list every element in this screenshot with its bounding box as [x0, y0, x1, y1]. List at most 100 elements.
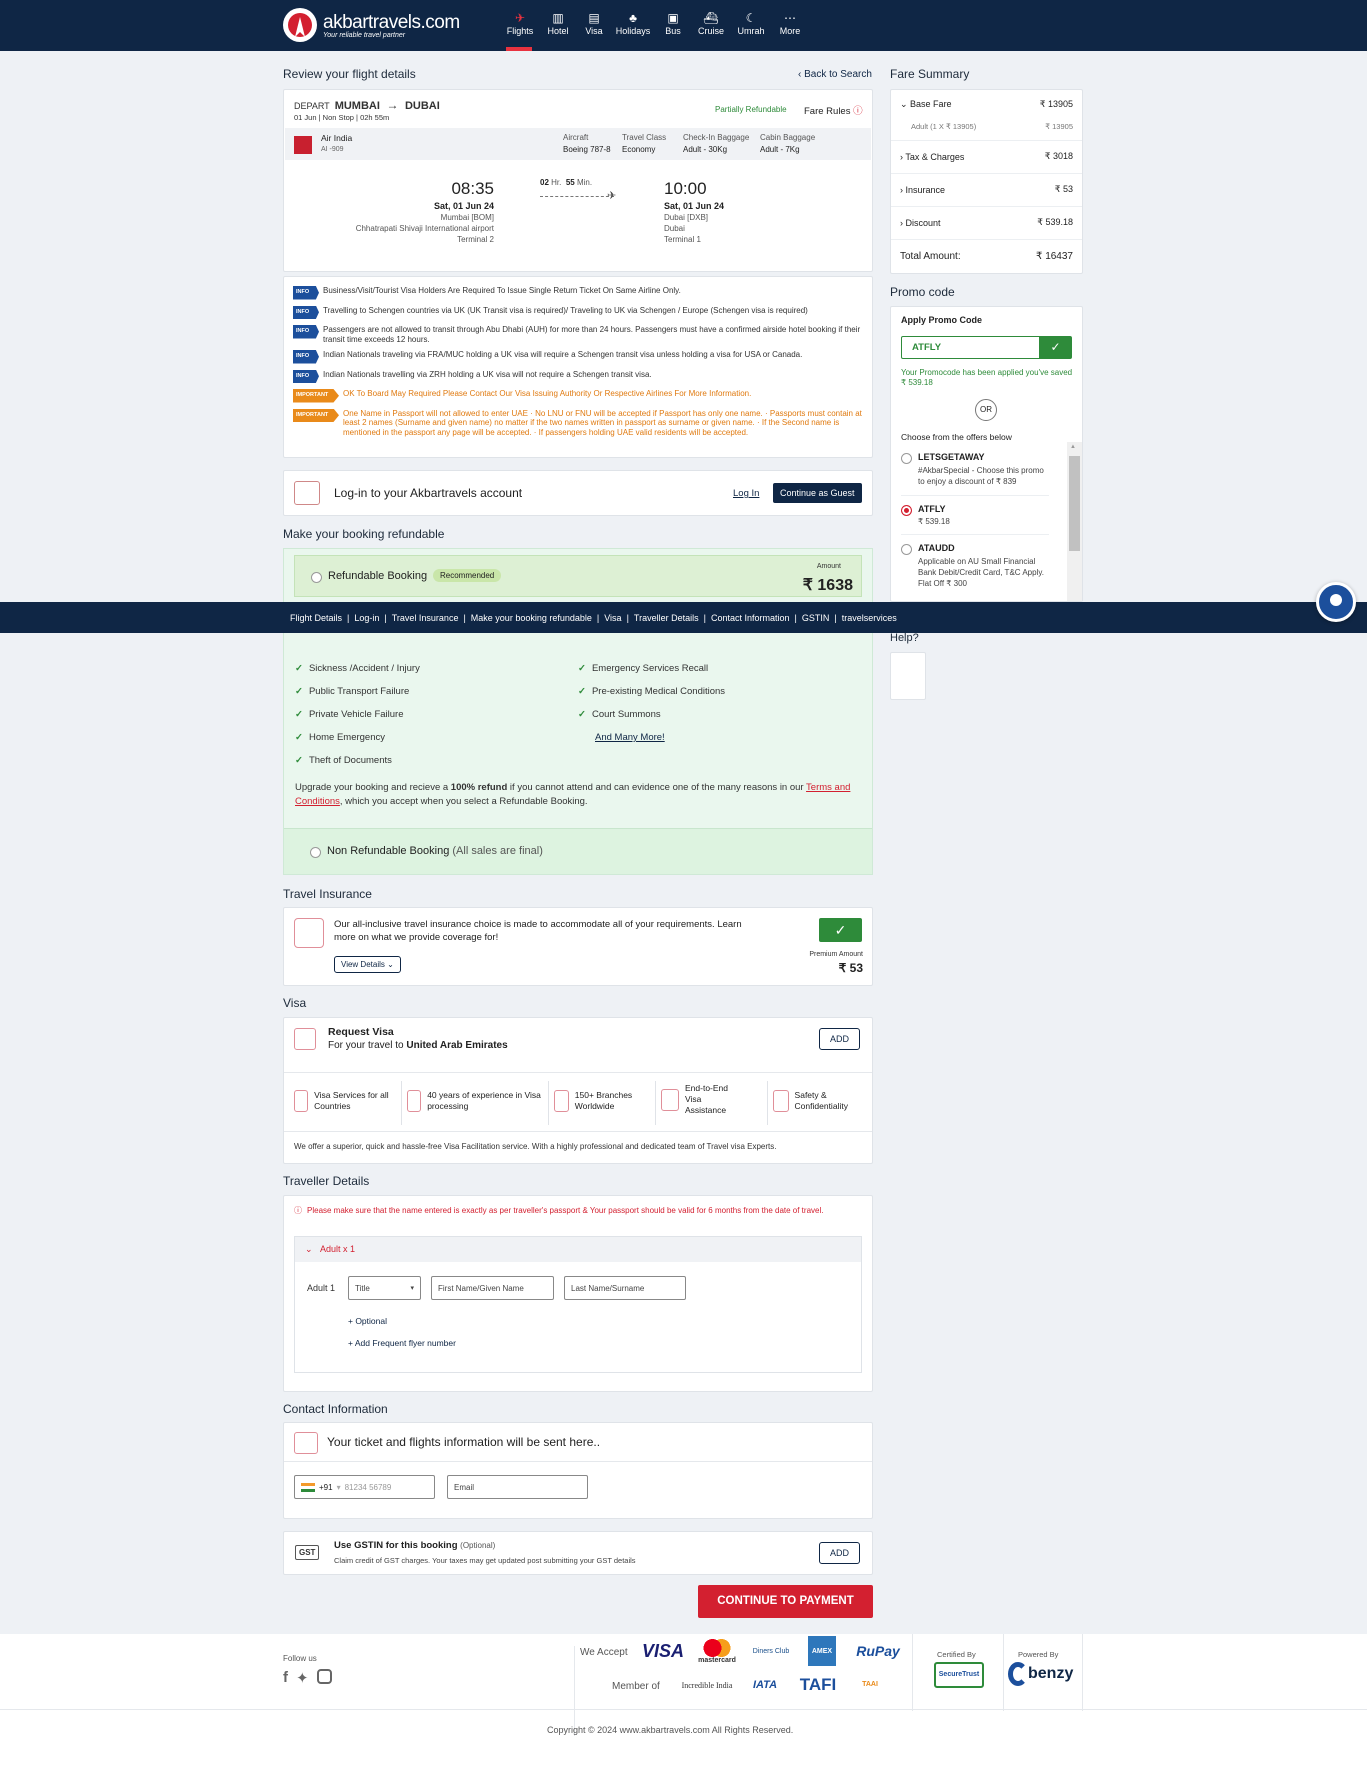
info-tag: INFO	[293, 286, 319, 300]
phone-input[interactable]: +91 ▾ 81234 56789	[294, 1475, 435, 1499]
refundable-radio[interactable]	[311, 572, 322, 583]
subnav-travelservices[interactable]: travelservices	[842, 613, 897, 623]
fare-summary-card: ⌄ Base Fare ₹ 13905 Adult (1 X ₹ 13905) ₹ …	[890, 89, 1083, 274]
nav-holidays[interactable]: ♣ Holidays	[611, 10, 655, 36]
member-logos: Incredible India IATA TAFI TAAI	[676, 1672, 888, 1698]
nav-hotel[interactable]: ▥ Hotel	[539, 10, 577, 36]
visa-footer-text: We offer a superior, quick and hassle-fr…	[294, 1142, 777, 1151]
visa-features: Visa Services for all Countries 40 years…	[284, 1072, 872, 1132]
offer-item[interactable]: ATFLY ₹ 539.18	[901, 496, 1049, 535]
visa-feature: End-to-End Visa Assistance	[661, 1083, 761, 1116]
scrollbar-thumb[interactable]	[1069, 456, 1080, 551]
notice-text: Travelling to Schengen countries via UK …	[323, 305, 808, 315]
offers-scrollbar[interactable]: ▲	[1067, 442, 1082, 601]
non-refundable-option[interactable]: Non Refundable Booking (All sales are fi…	[284, 828, 872, 874]
title-placeholder: Title	[355, 1283, 370, 1293]
offer-radio[interactable]	[901, 453, 912, 464]
instagram-icon[interactable]	[316, 1669, 332, 1684]
plane-icon: ✈	[607, 190, 617, 202]
facebook-icon[interactable]: f	[283, 1669, 288, 1687]
adult-group: ⌄ Adult x 1 Adult 1 Title ▾ First Name/Gi…	[294, 1236, 862, 1373]
back-to-search-link[interactable]: ‹ Back to Search	[798, 69, 872, 80]
tax-text: Tax & Charges	[905, 151, 965, 162]
email-placeholder: Email	[454, 1482, 475, 1492]
subnav-travel-insurance[interactable]: Travel Insurance	[392, 613, 459, 623]
desc-part: if you cannot attend and can evidence on…	[507, 782, 807, 793]
base-fare-row[interactable]: ⌄ Base Fare ₹ 13905	[891, 99, 1082, 110]
brand-logo[interactable]: akbartravels.com Your reliable travel pa…	[283, 8, 460, 42]
total-row: Total Amount: ₹ 16437	[891, 251, 1082, 262]
divider	[891, 239, 1082, 240]
offer-item[interactable]: ATAUDD Applicable on AU Small Financial B…	[901, 535, 1049, 589]
iata-logo: IATA	[752, 1679, 778, 1691]
coverage-text: Emergency Services Recall	[591, 663, 709, 674]
social-links: f ✦	[283, 1669, 332, 1687]
continue-as-guest-button[interactable]: Continue as Guest	[773, 483, 862, 503]
offer-item[interactable]: LETSGETAWAY #AkbarSpecial - Choose this p…	[901, 452, 1049, 496]
login-link[interactable]: Log In	[733, 488, 759, 499]
coverage-text: Home Emergency	[308, 732, 385, 743]
view-details-button[interactable]: View Details ⌄	[334, 956, 401, 973]
chat-support-button[interactable]	[1316, 582, 1356, 622]
nav-flights[interactable]: ✈ Flights	[500, 10, 540, 36]
taai-logo: TAAI	[862, 1681, 878, 1688]
continue-to-payment-button[interactable]: CONTINUE TO PAYMENT	[698, 1585, 873, 1618]
frequent-flyer-link[interactable]: + Add Frequent flyer number	[348, 1338, 456, 1348]
add-gst-button[interactable]: ADD	[819, 1542, 861, 1564]
visa-title: Visa	[283, 996, 307, 1010]
help-card[interactable]	[890, 652, 926, 700]
nav-umrah[interactable]: ☾ Umrah	[730, 10, 772, 36]
subnav-refundable[interactable]: Make your booking refundable	[471, 613, 592, 623]
departure-date: Sat, 01 Jun 24	[433, 201, 494, 211]
subnav-visa[interactable]: Visa	[604, 613, 621, 623]
flight-card: DEPART MUMBAI → DUBAI 01 Jun | Non Stop …	[283, 89, 873, 272]
email-input[interactable]: Email	[447, 1475, 588, 1499]
desc-part: Upgrade your booking and recieve a	[295, 782, 451, 793]
insurance-selected-check[interactable]: ✓	[819, 918, 862, 942]
fare-rules-link[interactable]: Fare Rules ⓘ	[804, 103, 863, 117]
nav-label: Visa	[585, 26, 603, 36]
apply-promo-button[interactable]: ✓	[1039, 336, 1072, 359]
last-name-input[interactable]: Last Name/Surname	[564, 1276, 686, 1300]
discount-value: ₹ 539.18	[1037, 217, 1073, 227]
insurance-row[interactable]: › Insurance ₹ 53	[891, 184, 1082, 195]
promo-code-input[interactable]: ATFLY	[901, 336, 1040, 359]
visa-country: United Arab Emirates	[406, 1040, 508, 1051]
tax-row[interactable]: › Tax & Charges ₹ 3018	[891, 151, 1082, 162]
discount-row[interactable]: › Discount ₹ 539.18	[891, 217, 1082, 228]
subnav-links: Flight Details | Log-in | Travel Insuran…	[290, 613, 897, 623]
tafi-logo: TAFI	[799, 1675, 837, 1694]
refundable-option[interactable]: Refundable Booking Recommended Amount ₹ …	[294, 555, 862, 597]
subnav-login[interactable]: Log-in	[354, 613, 379, 623]
mastercard-text: mastercard	[698, 1656, 736, 1664]
non-refundable-radio[interactable]	[310, 847, 321, 858]
nav-more[interactable]: ⋯ More	[771, 10, 809, 36]
footer-vert-divider	[1003, 1634, 1004, 1711]
title-select[interactable]: Title ▾	[348, 1276, 421, 1300]
optional-link[interactable]: + Optional	[348, 1316, 387, 1326]
flight-date: 01 Jun	[294, 113, 317, 122]
offer-radio[interactable]	[901, 544, 912, 555]
gst-card: GST Use GSTIN for this booking (Optional…	[283, 1531, 873, 1575]
insurance-card: Our all-inclusive travel insurance choic…	[283, 907, 873, 986]
nav-visa[interactable]: ▤ Visa	[576, 10, 612, 36]
non-refundable-label: Non Refundable Booking (All sales are fi…	[327, 845, 543, 857]
add-visa-button[interactable]: ADD	[819, 1028, 861, 1050]
scroll-up-icon: ▲	[1070, 444, 1076, 450]
first-name-input[interactable]: First Name/Given Name	[431, 1276, 554, 1300]
subnav-flight-details[interactable]: Flight Details	[290, 613, 342, 623]
dur-hr-unit: Hr.	[551, 178, 562, 187]
subnav-traveller-details[interactable]: Traveller Details	[634, 613, 699, 623]
nav-cruise[interactable]: ⛴ Cruise	[691, 10, 731, 36]
subnav-gstin[interactable]: GSTIN	[802, 613, 830, 623]
subnav-contact-information[interactable]: Contact Information	[711, 613, 790, 623]
desc-bold: 100% refund	[450, 782, 508, 793]
and-many-more-link[interactable]: And Many More!	[595, 732, 665, 743]
checkin-label: Check-In Baggage	[683, 133, 750, 142]
twitter-icon[interactable]: ✦	[296, 1669, 309, 1687]
offer-radio-selected[interactable]	[901, 505, 912, 516]
check-icon: ✓	[578, 709, 586, 720]
nav-bus[interactable]: ▣ Bus	[654, 10, 692, 36]
adult-group-header[interactable]: ⌄ Adult x 1	[295, 1237, 861, 1262]
country-code: +91	[319, 1482, 333, 1492]
